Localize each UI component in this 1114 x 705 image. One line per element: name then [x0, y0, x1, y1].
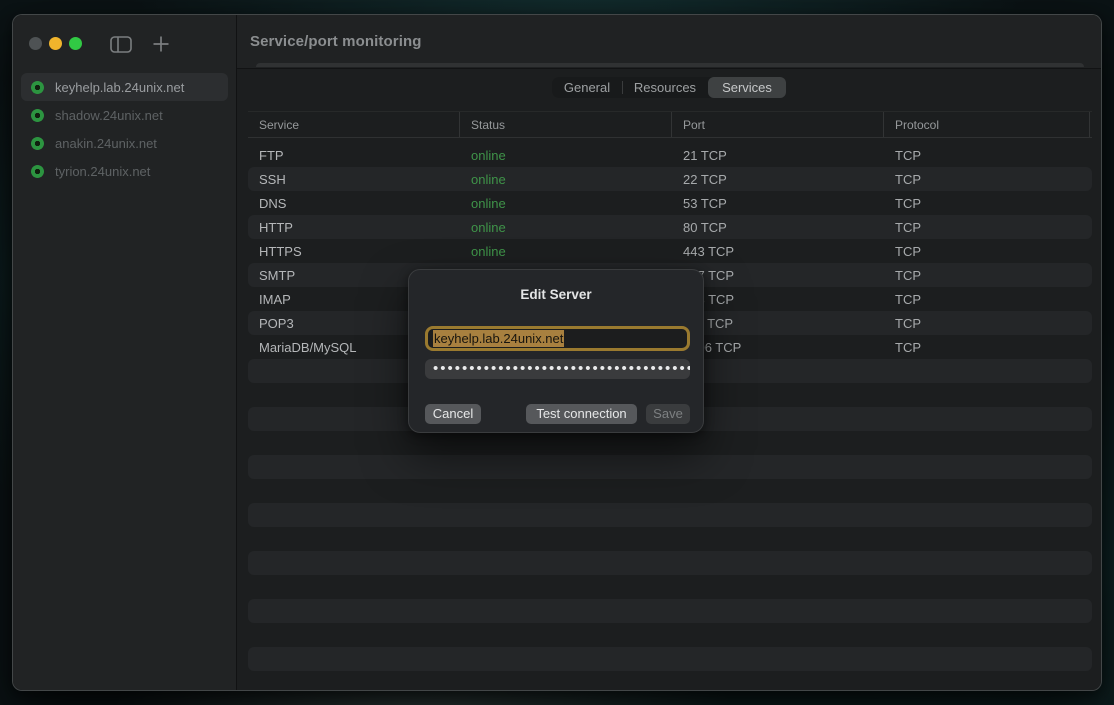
add-server-icon[interactable] — [149, 34, 173, 54]
column-header-status[interactable]: Status — [460, 112, 672, 137]
table-row-ftp[interactable]: FTP online 21 TCP TCP — [248, 143, 1092, 167]
server-label: keyhelp.lab.24unix.net — [55, 80, 184, 95]
empty-row — [248, 647, 1092, 671]
zoom-window-button[interactable] — [69, 37, 82, 50]
titlebar: Service/port monitoring — [237, 15, 1101, 69]
scroll-edge-divider — [256, 63, 1084, 67]
status-cell: online — [460, 148, 672, 163]
port-cell: 21 TCP — [672, 148, 884, 163]
status-cell: online — [460, 220, 672, 235]
sidebar-item-shadow[interactable]: shadow.24unix.net — [21, 101, 228, 129]
table-row-ssh[interactable]: SSH online 22 TCP TCP — [248, 167, 1092, 191]
dialog-title: Edit Server — [409, 287, 703, 302]
sidebar-item-anakin[interactable]: anakin.24unix.net — [21, 129, 228, 157]
password-input[interactable]: •••••••••••••••••••••••••••••••••••• — [425, 359, 690, 379]
port-cell: 443 TCP — [672, 244, 884, 259]
sidebar: keyhelp.lab.24unix.net shadow.24unix.net… — [13, 15, 237, 690]
tab-general[interactable]: General — [552, 77, 622, 98]
sidebar-item-keyhelp[interactable]: keyhelp.lab.24unix.net — [21, 73, 228, 101]
app-window: keyhelp.lab.24unix.net shadow.24unix.net… — [12, 14, 1102, 691]
table-row-dns[interactable]: DNS online 53 TCP TCP — [248, 191, 1092, 215]
protocol-cell: TCP — [884, 196, 1090, 211]
minimize-window-button[interactable] — [49, 37, 62, 50]
protocol-cell: TCP — [884, 340, 1090, 355]
protocol-cell: TCP — [884, 220, 1090, 235]
save-button[interactable]: Save — [646, 404, 690, 424]
column-header-service[interactable]: Service — [248, 112, 460, 137]
test-connection-button[interactable]: Test connection — [526, 404, 637, 424]
edit-server-dialog: Edit Server keyhelp.lab.24unix.net •••••… — [408, 269, 704, 433]
protocol-cell: TCP — [884, 148, 1090, 163]
status-cell: online — [460, 172, 672, 187]
server-status-icon — [31, 137, 44, 150]
protocol-cell: TCP — [884, 316, 1090, 331]
empty-row — [248, 599, 1092, 623]
toggle-sidebar-icon[interactable] — [109, 34, 133, 54]
service-cell: SSH — [248, 172, 460, 187]
page-title: Service/port monitoring — [237, 15, 1101, 69]
server-label: anakin.24unix.net — [55, 136, 157, 151]
empty-row — [248, 527, 1092, 551]
tab-services[interactable]: Services — [708, 77, 786, 98]
server-status-icon — [31, 165, 44, 178]
table-row-http[interactable]: HTTP online 80 TCP TCP — [248, 215, 1092, 239]
host-input[interactable]: keyhelp.lab.24unix.net — [425, 326, 690, 351]
window-controls — [29, 37, 82, 50]
service-cell: HTTP — [248, 220, 460, 235]
empty-row — [248, 503, 1092, 527]
service-cell: FTP — [248, 148, 460, 163]
status-cell: online — [460, 244, 672, 259]
empty-row — [248, 551, 1092, 575]
server-status-icon — [31, 109, 44, 122]
close-window-button[interactable] — [29, 37, 42, 50]
service-cell: HTTPS — [248, 244, 460, 259]
port-cell: 53 TCP — [672, 196, 884, 211]
empty-row — [248, 623, 1092, 647]
protocol-cell: TCP — [884, 172, 1090, 187]
server-label: tyrion.24unix.net — [55, 164, 150, 179]
empty-row — [248, 431, 1092, 455]
empty-row — [248, 479, 1092, 503]
empty-row — [248, 455, 1092, 479]
tab-bar: General Resources Services — [237, 69, 1101, 111]
protocol-cell: TCP — [884, 244, 1090, 259]
protocol-cell: TCP — [884, 268, 1090, 283]
empty-row — [248, 575, 1092, 599]
port-cell: 22 TCP — [672, 172, 884, 187]
table-header: Service Status Port Protocol — [248, 111, 1092, 138]
service-cell: DNS — [248, 196, 460, 211]
segmented-control: General Resources Services — [552, 77, 786, 98]
sidebar-item-tyrion[interactable]: tyrion.24unix.net — [21, 157, 228, 185]
column-header-protocol[interactable]: Protocol — [884, 112, 1090, 137]
column-header-port[interactable]: Port — [672, 112, 884, 137]
protocol-cell: TCP — [884, 292, 1090, 307]
status-cell: online — [460, 196, 672, 211]
host-input-selected-text: keyhelp.lab.24unix.net — [433, 330, 564, 347]
server-list: keyhelp.lab.24unix.net shadow.24unix.net… — [21, 73, 228, 185]
server-label: shadow.24unix.net — [55, 108, 163, 123]
cancel-button[interactable]: Cancel — [425, 404, 481, 424]
port-cell: 80 TCP — [672, 220, 884, 235]
server-status-icon — [31, 81, 44, 94]
tab-resources[interactable]: Resources — [622, 77, 708, 98]
table-row-https[interactable]: HTTPS online 443 TCP TCP — [248, 239, 1092, 263]
